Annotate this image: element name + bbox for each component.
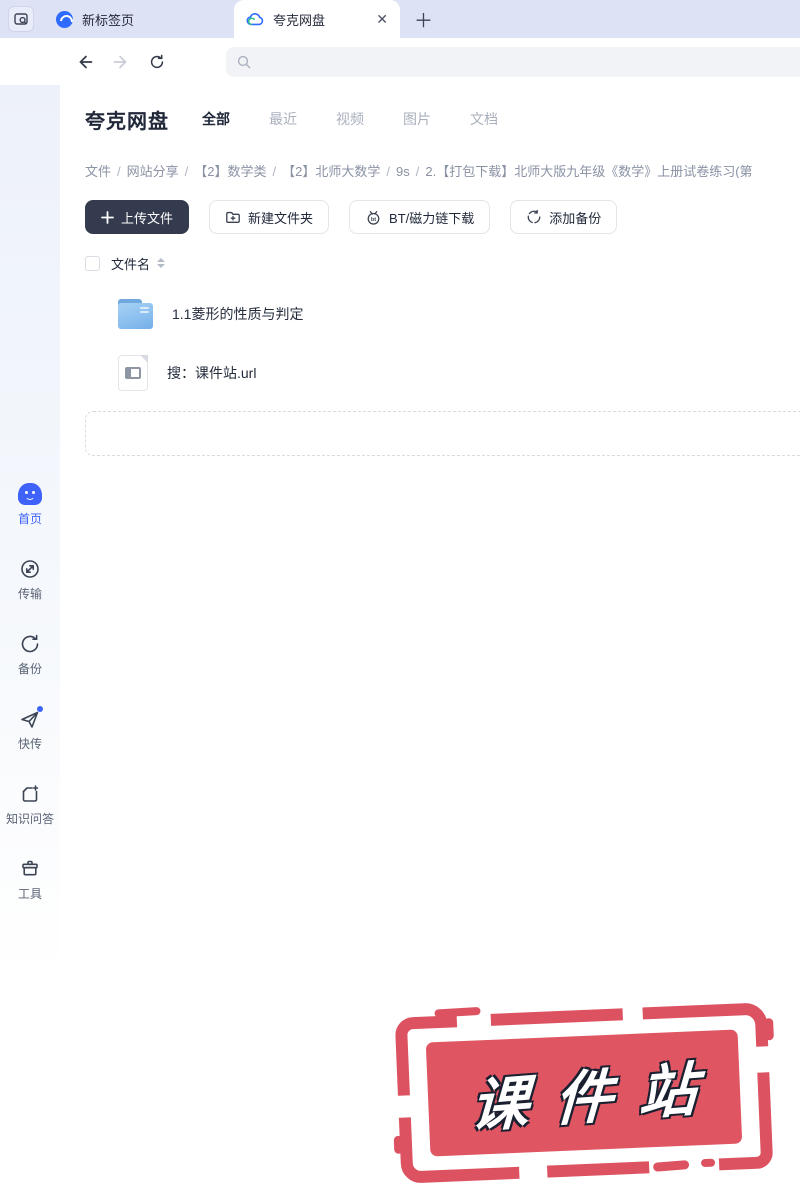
sync-icon <box>19 633 41 655</box>
watermark-stamp: 课件站 <box>393 1002 774 1184</box>
sort-icon[interactable] <box>157 258 166 268</box>
sidebar-item-tools[interactable]: 工具 <box>18 858 42 902</box>
file-row-url[interactable]: 搜：课件站.url <box>85 344 800 402</box>
sidebar-item-label: 备份 <box>17 662 42 676</box>
sidebar-item-label: 工具 <box>17 887 42 901</box>
url-file-icon <box>118 355 148 391</box>
knowledge-icon <box>19 783 41 805</box>
breadcrumb: 文件 / 网站分享 / 【2】数学类 / 【2】北师大数学/9s/2.【打包下载】北师大版九… <box>85 164 753 178</box>
stamp-text: 课件站 <box>469 1055 725 1140</box>
column-filename: 文件名 <box>111 256 151 272</box>
forward-button[interactable] <box>110 51 132 73</box>
browser-tab-quark-drive[interactable]: 夸克网盘 ✕ <box>234 0 400 38</box>
filter-tabs: 全部 最近 视频 图片 文档 <box>202 109 498 129</box>
breadcrumb-item-current: 2.【打包下载】北师大版九年级《数学》上册试卷练习(第 <box>425 164 753 178</box>
tab-search-icon <box>14 12 28 26</box>
browser-tab-label: 新标签页 <box>82 12 135 28</box>
breadcrumb-item[interactable]: 网站分享 <box>127 164 179 178</box>
breadcrumb-item[interactable]: 9s <box>396 164 410 178</box>
breadcrumb-item[interactable]: 【2】北师大数学 <box>282 164 380 178</box>
plus-icon <box>101 210 114 224</box>
stamp-body: 课件站 <box>425 1029 743 1157</box>
folder-plus-icon <box>225 209 241 225</box>
new-folder-button[interactable]: 新建文件夹 <box>209 200 330 234</box>
browser-nav-bar <box>0 38 800 85</box>
tab-close-icon[interactable]: ✕ <box>376 12 388 26</box>
cloud-drive-icon <box>246 12 264 26</box>
toolbox-icon <box>19 858 41 880</box>
sidebar-item-label: 首页 <box>17 512 42 526</box>
search-icon <box>236 54 252 70</box>
file-list-header: 文件名 <box>85 254 800 272</box>
sidebar-item-home[interactable]: 首页 <box>17 483 42 527</box>
bt-magnet-download-button[interactable]: bt BT/磁力链下载 <box>349 200 491 234</box>
new-tab-button[interactable]: ＋ <box>414 6 433 33</box>
sidebar-item-knowledge-qa[interactable]: 知识问答 <box>6 783 54 827</box>
sidebar-item-transfer[interactable]: 传输 <box>18 558 42 602</box>
browser-tab-newtab[interactable]: 新标签页 <box>44 0 204 38</box>
upload-file-button[interactable]: 上传文件 <box>85 200 190 234</box>
tab-image[interactable]: 图片 <box>403 109 431 129</box>
address-bar[interactable] <box>226 46 800 77</box>
sidebar-item-quick-transfer[interactable]: 快传 <box>17 706 43 752</box>
tab-recent[interactable]: 最近 <box>269 109 297 129</box>
file-row-folder[interactable]: 1.1菱形的性质与判定 <box>85 284 800 344</box>
svg-text:bt: bt <box>371 216 376 222</box>
tab-all[interactable]: 全部 <box>202 109 230 129</box>
backup-circle-icon <box>526 209 542 225</box>
browser-tab-label: 夸克网盘 <box>273 12 326 28</box>
file-name[interactable]: 搜：课件站.url <box>167 363 256 383</box>
bt-icon: bt <box>365 209 382 226</box>
file-list: 1.1菱形的性质与判定 搜：课件站.url <box>85 284 800 402</box>
app-sidebar: 首页 传输 备份 快传 知识问答 工具 <box>0 85 60 1200</box>
reload-button[interactable] <box>146 51 168 73</box>
notification-dot <box>36 706 43 712</box>
tab-document[interactable]: 文档 <box>470 109 498 129</box>
select-all-checkbox[interactable] <box>85 255 100 271</box>
breadcrumb-item[interactable]: 【2】数学类 <box>194 164 266 178</box>
page-title: 夸克网盘 <box>85 110 169 133</box>
back-button[interactable] <box>74 51 96 73</box>
action-toolbar: 上传文件 新建文件夹 bt BT/磁力链下载 添加备份 <box>85 200 800 234</box>
sidebar-item-label: 快传 <box>17 737 42 751</box>
transfer-icon <box>19 558 41 580</box>
sidebar-item-label: 传输 <box>17 587 42 601</box>
sidebar-item-backup[interactable]: 备份 <box>18 633 42 677</box>
tab-search-button[interactable] <box>8 6 34 32</box>
folder-icon <box>118 299 153 329</box>
add-backup-button[interactable]: 添加备份 <box>510 200 618 234</box>
home-icon <box>17 483 42 505</box>
quark-logo-icon <box>56 10 73 28</box>
breadcrumb-item[interactable]: 文件 <box>85 164 111 178</box>
browser-tab-bar: 新标签页 夸克网盘 ✕ ＋ <box>0 0 800 38</box>
sidebar-item-label: 知识问答 <box>5 812 54 826</box>
page-header: 夸克网盘 全部 最近 视频 图片 文档 <box>85 105 800 133</box>
tab-video[interactable]: 视频 <box>336 109 364 129</box>
paper-plane-icon <box>19 706 43 730</box>
file-name[interactable]: 1.1菱形的性质与判定 <box>172 304 303 324</box>
upload-dropzone[interactable] <box>85 411 800 456</box>
